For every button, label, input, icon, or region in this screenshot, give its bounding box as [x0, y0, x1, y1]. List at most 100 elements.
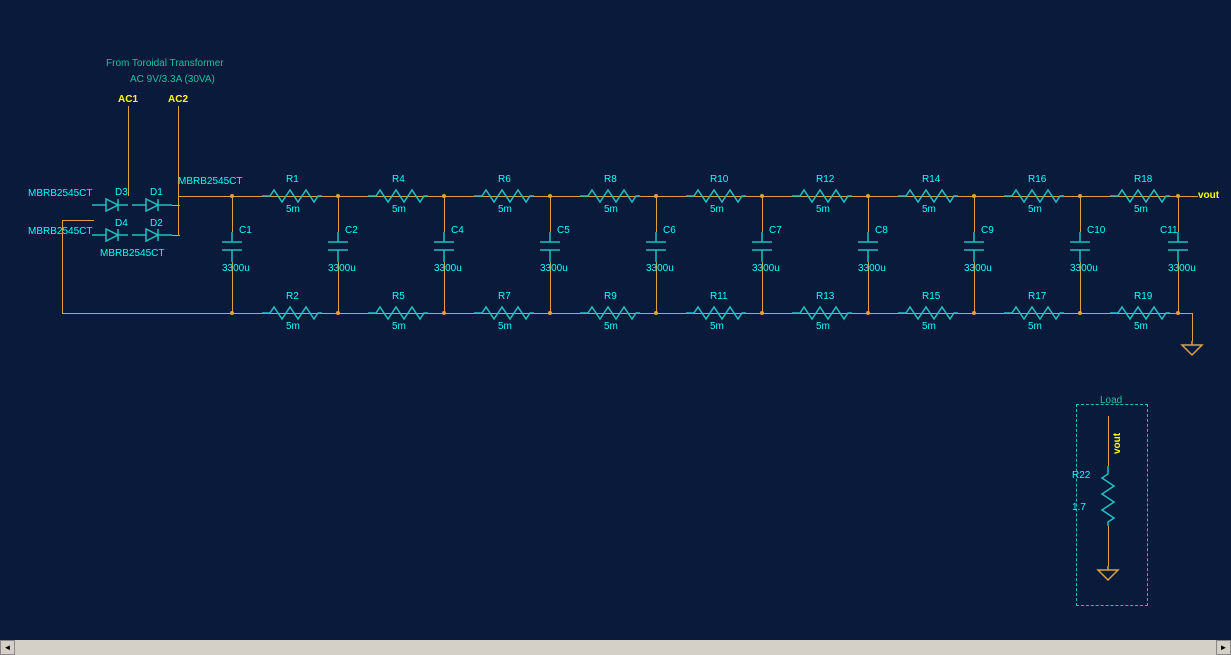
- ref-d2: D2: [150, 218, 163, 229]
- ref-r6: R6: [498, 174, 511, 185]
- ref-c7: C7: [769, 225, 782, 236]
- ref-c2: C2: [345, 225, 358, 236]
- ref-r10: R10: [710, 174, 728, 185]
- ref-r19: R19: [1134, 291, 1152, 302]
- ref-r13: R13: [816, 291, 834, 302]
- val-r17: 5m: [1028, 321, 1042, 332]
- ref-r5: R5: [392, 291, 405, 302]
- ref-r14: R14: [922, 174, 940, 185]
- label-vout: vout: [1198, 190, 1219, 201]
- val-c4: 3300u: [434, 263, 462, 274]
- model-d2: MBRB2545CT: [100, 248, 164, 259]
- val-r11: 5m: [710, 321, 724, 332]
- val-r4: 5m: [392, 204, 406, 215]
- capacitor: [964, 232, 984, 262]
- load-title: Load: [1100, 395, 1122, 406]
- annotation-source-title: From Toroidal Transformer: [106, 58, 224, 69]
- resistor: [1110, 188, 1170, 204]
- capacitor: [858, 232, 878, 262]
- capacitor: [752, 232, 772, 262]
- ref-c11: C11: [1160, 225, 1178, 236]
- resistor: [792, 188, 852, 204]
- scroll-left-button[interactable]: ◄: [0, 640, 15, 655]
- val-c11: 3300u: [1168, 263, 1196, 274]
- resistor: [686, 305, 746, 321]
- val-c10: 3300u: [1070, 263, 1098, 274]
- val-c5: 3300u: [540, 263, 568, 274]
- capacitor: [434, 232, 454, 262]
- capacitor: [540, 232, 560, 262]
- resistor: [792, 305, 852, 321]
- resistor: [474, 305, 534, 321]
- resistor: [368, 188, 428, 204]
- val-r10: 5m: [710, 204, 724, 215]
- val-r8: 5m: [604, 204, 618, 215]
- ref-r15: R15: [922, 291, 940, 302]
- ref-r18: R18: [1134, 174, 1152, 185]
- val-c7: 3300u: [752, 263, 780, 274]
- ref-r4: R4: [392, 174, 405, 185]
- horizontal-scrollbar[interactable]: ◄ ►: [0, 640, 1231, 655]
- resistor: [898, 188, 958, 204]
- ground-icon: [1182, 341, 1202, 357]
- val-c9: 3300u: [964, 263, 992, 274]
- val-r13: 5m: [816, 321, 830, 332]
- val-r19: 5m: [1134, 321, 1148, 332]
- resistor: [368, 305, 428, 321]
- ref-r12: R12: [816, 174, 834, 185]
- scroll-right-button[interactable]: ►: [1216, 640, 1231, 655]
- val-r18: 5m: [1134, 204, 1148, 215]
- ref-c10: C10: [1087, 225, 1105, 236]
- val-c1: 3300u: [222, 263, 250, 274]
- capacitor: [1070, 232, 1090, 262]
- ref-d1: D1: [150, 187, 163, 198]
- val-r12: 5m: [816, 204, 830, 215]
- ref-r2: R2: [286, 291, 299, 302]
- ground-icon: [1098, 566, 1118, 582]
- schematic-canvas[interactable]: From Toroidal Transformer AC 9V/3.3A (30…: [0, 0, 1231, 640]
- scrollbar-track[interactable]: [15, 640, 1216, 655]
- val-r1: 5m: [286, 204, 300, 215]
- ref-r11: R11: [710, 291, 728, 302]
- capacitor: [646, 232, 666, 262]
- ref-r16: R16: [1028, 174, 1046, 185]
- ref-r7: R7: [498, 291, 511, 302]
- capacitor: [1168, 232, 1188, 262]
- label-ac2: AC2: [168, 94, 188, 105]
- model-d4: MBRB2545CT: [28, 226, 92, 237]
- load-vout-label: vout: [1112, 433, 1123, 454]
- capacitor: [328, 232, 348, 262]
- resistor: [262, 188, 322, 204]
- label-ac1: AC1: [118, 94, 138, 105]
- val-r14: 5m: [922, 204, 936, 215]
- val-c8: 3300u: [858, 263, 886, 274]
- resistor: [686, 188, 746, 204]
- ref-r9: R9: [604, 291, 617, 302]
- ref-c9: C9: [981, 225, 994, 236]
- resistor: [262, 305, 322, 321]
- resistor: [580, 305, 640, 321]
- val-r6: 5m: [498, 204, 512, 215]
- resistor: [898, 305, 958, 321]
- ref-c4: C4: [451, 225, 464, 236]
- ref-c1: C1: [239, 225, 252, 236]
- capacitor: [222, 232, 242, 262]
- resistor: [1004, 305, 1064, 321]
- ref-r22: R22: [1072, 470, 1090, 481]
- model-d3: MBRB2545CT: [28, 188, 92, 199]
- val-c2: 3300u: [328, 263, 356, 274]
- load-resistor: [1100, 466, 1116, 526]
- val-r7: 5m: [498, 321, 512, 332]
- ref-c8: C8: [875, 225, 888, 236]
- ref-c5: C5: [557, 225, 570, 236]
- model-d1: MBRB2545CT: [178, 176, 242, 187]
- annotation-source-spec: AC 9V/3.3A (30VA): [130, 74, 215, 85]
- ref-r17: R17: [1028, 291, 1046, 302]
- val-r5: 5m: [392, 321, 406, 332]
- val-r16: 5m: [1028, 204, 1042, 215]
- val-r22: 1.7: [1072, 502, 1086, 513]
- val-r2: 5m: [286, 321, 300, 332]
- val-r15: 5m: [922, 321, 936, 332]
- resistor: [1110, 305, 1170, 321]
- val-c6: 3300u: [646, 263, 674, 274]
